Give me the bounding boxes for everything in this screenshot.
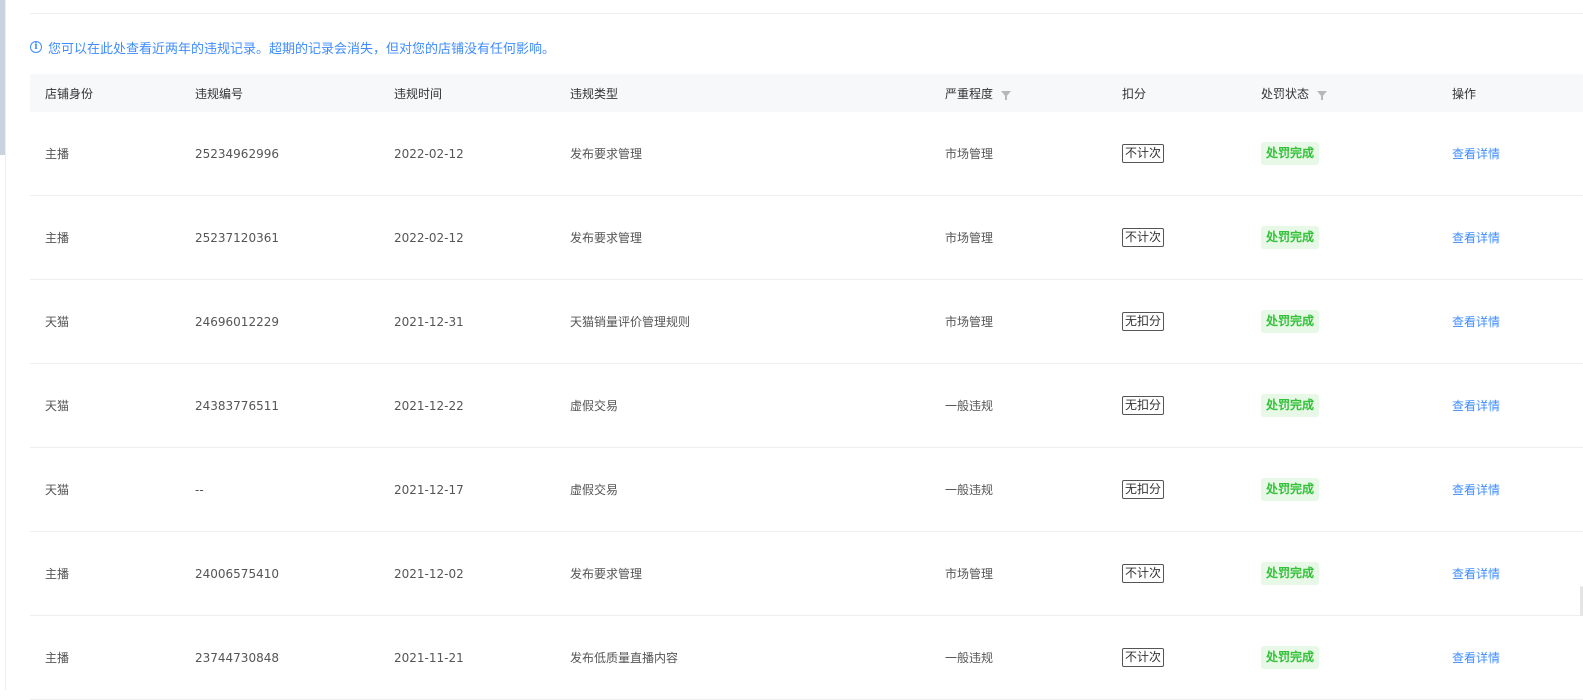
cell-violation-type: 天猫销量评价管理规则 bbox=[570, 315, 691, 329]
view-details-link[interactable]: 查看详情 bbox=[1452, 649, 1500, 666]
notice-banner: i 您可以在此处查看近两年的违规记录。超期的记录会消失，但对您的店铺没有任何影响… bbox=[30, 37, 555, 57]
header-label: 店铺身份 bbox=[45, 86, 94, 101]
cell-severity: 一般违规 bbox=[945, 483, 994, 497]
status-filter-icon[interactable] bbox=[1317, 91, 1328, 100]
header-label: 扣分 bbox=[1122, 86, 1147, 101]
view-details-link[interactable]: 查看详情 bbox=[1452, 397, 1500, 414]
cell-violation-type: 虚假交易 bbox=[570, 399, 619, 413]
status-badge: 处罚完成 bbox=[1261, 226, 1320, 249]
cell-severity: 一般违规 bbox=[945, 399, 994, 413]
header-violation-id: 违规编号 bbox=[195, 85, 243, 102]
top-divider bbox=[30, 13, 1583, 14]
header-label: 违规时间 bbox=[394, 86, 443, 101]
cell-violation-type: 虚假交易 bbox=[570, 483, 619, 497]
deduction-tag: 不计次 bbox=[1122, 228, 1165, 247]
cell-identity: 主播 bbox=[45, 651, 70, 665]
cell-identity: 天猫 bbox=[45, 483, 70, 497]
deduction-tag: 不计次 bbox=[1122, 648, 1165, 667]
view-details-link[interactable]: 查看详情 bbox=[1452, 145, 1500, 162]
cell-violation-time: 2022-02-12 bbox=[394, 230, 464, 245]
left-divider bbox=[5, 0, 6, 690]
cell-violation-type: 发布要求管理 bbox=[570, 147, 643, 161]
cell-violation-type: 发布要求管理 bbox=[570, 231, 643, 245]
cell-violation-type: 发布低质量直播内容 bbox=[570, 651, 679, 665]
cell-violation-time: 2021-12-22 bbox=[394, 398, 464, 413]
cell-violation-id: 24006575410 bbox=[195, 566, 279, 581]
cell-violation-time: 2021-12-02 bbox=[394, 566, 464, 581]
notice-text: 您可以在此处查看近两年的违规记录。超期的记录会消失，但对您的店铺没有任何影响。 bbox=[48, 41, 556, 57]
table-row: 主播 24006575410 2021-12-02 发布要求管理 市场管理 不计… bbox=[30, 532, 1583, 616]
header-severity: 严重程度 bbox=[945, 85, 1012, 102]
info-icon: i bbox=[30, 41, 42, 53]
status-badge: 处罚完成 bbox=[1261, 310, 1320, 333]
cell-violation-id: 24383776511 bbox=[195, 398, 279, 413]
cell-identity: 天猫 bbox=[45, 399, 70, 413]
cell-severity: 市场管理 bbox=[945, 147, 994, 161]
deduction-tag: 无扣分 bbox=[1122, 312, 1165, 331]
cell-identity: 天猫 bbox=[45, 315, 70, 329]
cell-severity: 市场管理 bbox=[945, 315, 994, 329]
header-shop-identity: 店铺身份 bbox=[45, 85, 93, 102]
cell-identity: 主播 bbox=[45, 147, 70, 161]
cell-identity: 主播 bbox=[45, 231, 70, 245]
cell-identity: 主播 bbox=[45, 567, 70, 581]
status-badge: 处罚完成 bbox=[1261, 394, 1320, 417]
cell-violation-id: 23744730848 bbox=[195, 650, 279, 665]
violation-table: 店铺身份 违规编号 违规时间 违规类型 严重程度 扣分 处罚状态 操作 主播 2… bbox=[30, 74, 1583, 700]
status-badge: 处罚完成 bbox=[1261, 478, 1320, 501]
header-label: 违规编号 bbox=[195, 86, 244, 101]
table-header: 店铺身份 违规编号 违规时间 违规类型 严重程度 扣分 处罚状态 操作 bbox=[30, 74, 1583, 112]
table-row: 主播 25237120361 2022-02-12 发布要求管理 市场管理 不计… bbox=[30, 196, 1583, 280]
status-badge: 处罚完成 bbox=[1261, 562, 1320, 585]
cell-violation-time: 2022-02-12 bbox=[394, 146, 464, 161]
view-details-link[interactable]: 查看详情 bbox=[1452, 565, 1500, 582]
view-details-link[interactable]: 查看详情 bbox=[1452, 313, 1500, 330]
cell-violation-time: 2021-12-31 bbox=[394, 314, 464, 329]
severity-filter-icon[interactable] bbox=[1001, 91, 1012, 100]
header-deduction: 扣分 bbox=[1122, 85, 1146, 102]
header-action: 操作 bbox=[1452, 85, 1476, 102]
deduction-tag: 无扣分 bbox=[1122, 396, 1165, 415]
view-details-link[interactable]: 查看详情 bbox=[1452, 229, 1500, 246]
cell-violation-id: 25237120361 bbox=[195, 230, 279, 245]
status-badge: 处罚完成 bbox=[1261, 142, 1320, 165]
cell-severity: 一般违规 bbox=[945, 651, 994, 665]
status-badge: 处罚完成 bbox=[1261, 646, 1320, 669]
table-row: 天猫 -- 2021-12-17 虚假交易 一般违规 无扣分 处罚完成 查看详情 bbox=[30, 448, 1583, 532]
cell-severity: 市场管理 bbox=[945, 231, 994, 245]
view-details-link[interactable]: 查看详情 bbox=[1452, 481, 1500, 498]
cell-violation-time: 2021-11-21 bbox=[394, 650, 464, 665]
deduction-tag: 无扣分 bbox=[1122, 480, 1165, 499]
cell-severity: 市场管理 bbox=[945, 567, 994, 581]
header-label: 处罚状态 bbox=[1261, 86, 1310, 101]
table-row: 主播 23744730848 2021-11-21 发布低质量直播内容 一般违规… bbox=[30, 616, 1583, 700]
header-violation-time: 违规时间 bbox=[394, 85, 442, 102]
header-violation-type: 违规类型 bbox=[570, 85, 618, 102]
deduction-tag: 不计次 bbox=[1122, 564, 1165, 583]
cell-violation-type: 发布要求管理 bbox=[570, 567, 643, 581]
table-row: 主播 25234962996 2022-02-12 发布要求管理 市场管理 不计… bbox=[30, 112, 1583, 196]
header-penalty-status: 处罚状态 bbox=[1261, 85, 1328, 102]
cell-violation-id: 25234962996 bbox=[195, 146, 279, 161]
table-row: 天猫 24383776511 2021-12-22 虚假交易 一般违规 无扣分 … bbox=[30, 364, 1583, 448]
cell-violation-id: 24696012229 bbox=[195, 314, 279, 329]
header-label: 操作 bbox=[1452, 86, 1477, 101]
header-label: 严重程度 bbox=[945, 86, 994, 101]
deduction-tag: 不计次 bbox=[1122, 144, 1165, 163]
table-row: 天猫 24696012229 2021-12-31 天猫销量评价管理规则 市场管… bbox=[30, 280, 1583, 364]
header-label: 违规类型 bbox=[570, 86, 619, 101]
cell-violation-time: 2021-12-17 bbox=[394, 482, 464, 497]
cell-violation-id: -- bbox=[195, 482, 204, 497]
